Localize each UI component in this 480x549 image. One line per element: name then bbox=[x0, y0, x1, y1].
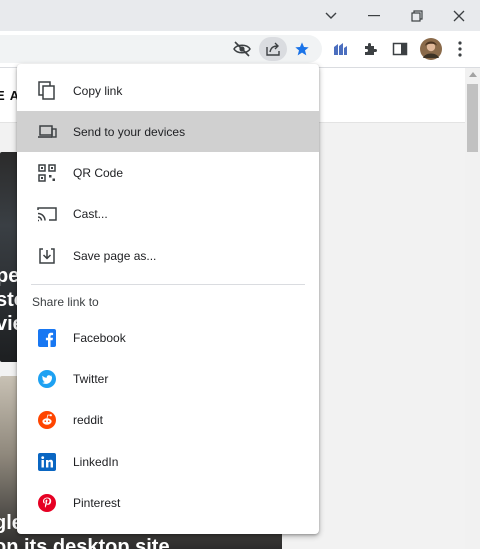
puzzle-icon bbox=[365, 43, 377, 55]
scrollbar-thumb[interactable] bbox=[467, 84, 478, 152]
devices-icon bbox=[36, 121, 58, 143]
twitter-icon bbox=[36, 368, 58, 390]
chevron-down-icon bbox=[325, 12, 337, 19]
minimize-button[interactable] bbox=[353, 0, 395, 31]
cast-icon bbox=[36, 203, 58, 225]
share-button[interactable] bbox=[259, 37, 287, 61]
chrome-menu-button[interactable] bbox=[448, 37, 472, 61]
close-icon bbox=[453, 10, 465, 21]
tracking-protection-button[interactable] bbox=[230, 37, 254, 61]
minimize-icon bbox=[368, 14, 380, 16]
qr-code-label: QR Code bbox=[73, 165, 124, 180]
save-icon bbox=[36, 245, 58, 267]
sidepanel-icon bbox=[392, 42, 408, 56]
bookmark-star-button[interactable] bbox=[290, 37, 314, 61]
twitter-label: Twitter bbox=[73, 371, 109, 386]
share-facebook-item[interactable]: Facebook bbox=[17, 317, 319, 358]
pinterest-icon bbox=[36, 492, 58, 514]
title-bar bbox=[0, 0, 480, 31]
scroll-up-arrow-icon[interactable] bbox=[469, 72, 477, 77]
tab-search-button[interactable] bbox=[310, 0, 352, 31]
restore-button[interactable] bbox=[396, 0, 438, 31]
side-panel-button[interactable] bbox=[388, 37, 412, 61]
cast-label: Cast... bbox=[73, 206, 108, 221]
facebook-label: Facebook bbox=[73, 330, 126, 345]
copy-link-label: Copy link bbox=[73, 83, 123, 98]
share-linkedin-item[interactable]: LinkedIn bbox=[17, 441, 319, 482]
close-button[interactable] bbox=[438, 0, 480, 31]
menu-divider bbox=[31, 284, 305, 285]
share-twitter-item[interactable]: Twitter bbox=[17, 358, 319, 399]
send-to-devices-label: Send to your devices bbox=[73, 124, 186, 139]
copy-icon bbox=[36, 80, 58, 102]
profile-button[interactable] bbox=[419, 37, 443, 61]
share-section-title: Share link to bbox=[32, 295, 99, 309]
save-page-label: Save page as... bbox=[73, 248, 157, 263]
save-page-item[interactable]: Save page as... bbox=[17, 235, 319, 276]
share-icon bbox=[266, 42, 280, 56]
headline-line: on its desktop site bbox=[0, 536, 170, 549]
extension-button[interactable] bbox=[328, 37, 352, 61]
ext-chart-icon bbox=[334, 43, 347, 55]
reddit-label: reddit bbox=[73, 412, 104, 427]
star-icon bbox=[295, 42, 309, 56]
qr-code-item[interactable]: QR Code bbox=[17, 152, 319, 193]
cast-item[interactable]: Cast... bbox=[17, 193, 319, 234]
qr-code-icon bbox=[36, 162, 58, 184]
share-reddit-item[interactable]: reddit bbox=[17, 399, 319, 440]
facebook-icon bbox=[36, 327, 58, 349]
reddit-icon bbox=[36, 409, 58, 431]
avatar bbox=[420, 38, 442, 60]
more-icon bbox=[458, 41, 462, 57]
linkedin-icon bbox=[36, 451, 58, 473]
linkedin-label: LinkedIn bbox=[73, 454, 119, 469]
share-pinterest-item[interactable]: Pinterest bbox=[17, 482, 319, 523]
page-scrollbar[interactable] bbox=[465, 68, 480, 549]
pinterest-label: Pinterest bbox=[73, 495, 121, 510]
restore-icon bbox=[411, 9, 423, 22]
extensions-button[interactable] bbox=[358, 37, 382, 61]
send-to-devices-item[interactable]: Send to your devices bbox=[17, 111, 319, 152]
copy-link-item[interactable]: Copy link bbox=[17, 70, 319, 111]
share-menu: Copy link Send to your devices QR Code C… bbox=[17, 64, 319, 534]
eye-off-icon bbox=[233, 41, 251, 57]
